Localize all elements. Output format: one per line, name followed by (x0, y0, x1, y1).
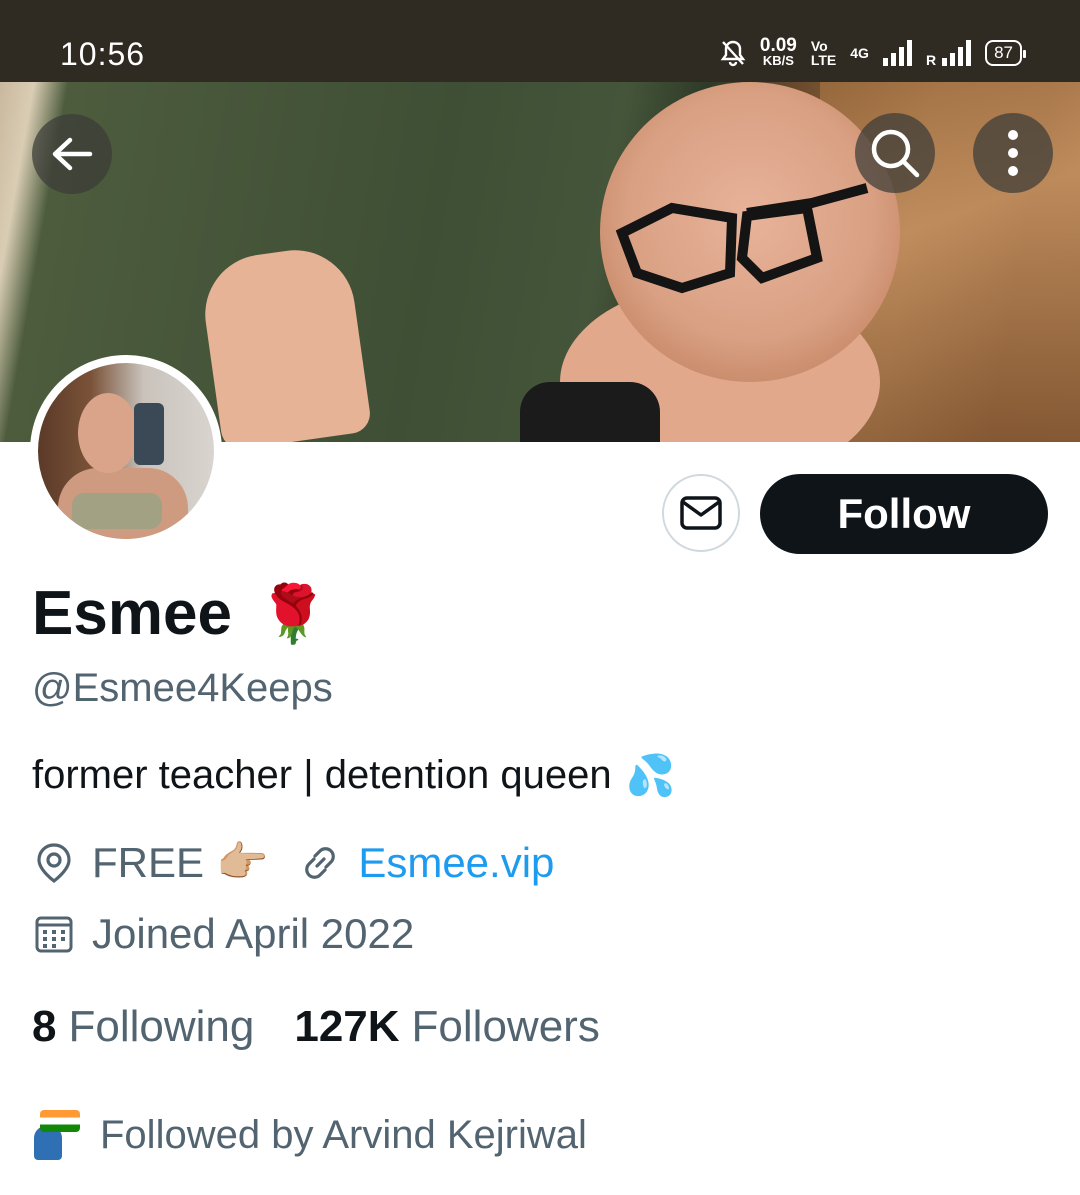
arrow-left-icon (52, 137, 93, 171)
follower-avatar (34, 1110, 80, 1160)
envelope-icon (680, 496, 722, 530)
profile-avatar[interactable] (30, 355, 222, 547)
bio: former teacher | detention queen 💦 (32, 752, 675, 799)
more-vertical-icon (1008, 130, 1018, 176)
followed-by-text: Followed by Arvind Kejriwal (100, 1112, 587, 1157)
volte-bottom: LTE (810, 52, 837, 68)
followers-link[interactable]: 127K Followers (294, 1002, 599, 1052)
search-icon (871, 129, 920, 178)
calendar-icon (32, 912, 76, 956)
more-options-button[interactable] (973, 113, 1053, 193)
roaming-indicator: R (925, 52, 937, 68)
rose-emoji: 🌹 (257, 581, 328, 645)
volte-top: Vo (810, 38, 828, 54)
droplets-emoji: 💦 (625, 754, 676, 798)
follow-counts: 8 Following 127K Followers (32, 1002, 600, 1052)
display-name: Esmee (32, 579, 232, 648)
display-name-row: Esmee 🌹 (32, 578, 328, 649)
follow-button[interactable]: Follow (760, 474, 1048, 554)
followed-by[interactable]: Followed by Arvind Kejriwal (34, 1110, 587, 1160)
signal-icon (882, 40, 912, 66)
profile-meta-row: FREE 👉🏼 Esmee.vip (32, 838, 554, 887)
signal-icon-2 (942, 40, 972, 66)
followers-count: 127K (294, 1002, 400, 1051)
search-button[interactable] (855, 113, 935, 193)
website-link[interactable]: Esmee.vip (358, 839, 554, 887)
joined-row: Joined April 2022 (32, 910, 414, 958)
location-icon (32, 841, 76, 885)
glasses-graphic (615, 183, 869, 294)
net-speed-value: 0.09 (759, 35, 797, 56)
following-label: Following (68, 1002, 255, 1051)
notifications-muted-icon (720, 40, 746, 67)
followers-label: Followers (411, 1002, 600, 1051)
volte-indicator: Vo LTE (811, 39, 836, 67)
net-speed: 0.09 KB/S (759, 35, 797, 68)
pointing-emoji: 👉🏼 (216, 838, 269, 885)
status-time: 10:56 (60, 36, 146, 72)
following-count: 8 (32, 1002, 57, 1051)
battery-indicator: 87 (985, 40, 1026, 66)
following-link[interactable]: 8 Following (32, 1002, 254, 1052)
location-text: FREE (92, 838, 205, 886)
status-icons: 0.09 KB/S Vo LTE 4G R 87 (720, 35, 1026, 68)
avatar-photo (38, 363, 214, 539)
network-type: 4G (850, 45, 869, 61)
status-bar: 10:56 0.09 KB/S Vo LTE 4G R 87 (0, 0, 1080, 82)
back-button[interactable] (32, 114, 112, 194)
link-icon (298, 841, 342, 885)
net-speed-unit: KB/S (762, 53, 794, 68)
username: @Esmee4Keeps (32, 666, 333, 710)
bio-text: former teacher | detention queen (32, 753, 612, 797)
joined-date: Joined April 2022 (92, 910, 415, 957)
message-button[interactable] (662, 474, 740, 552)
